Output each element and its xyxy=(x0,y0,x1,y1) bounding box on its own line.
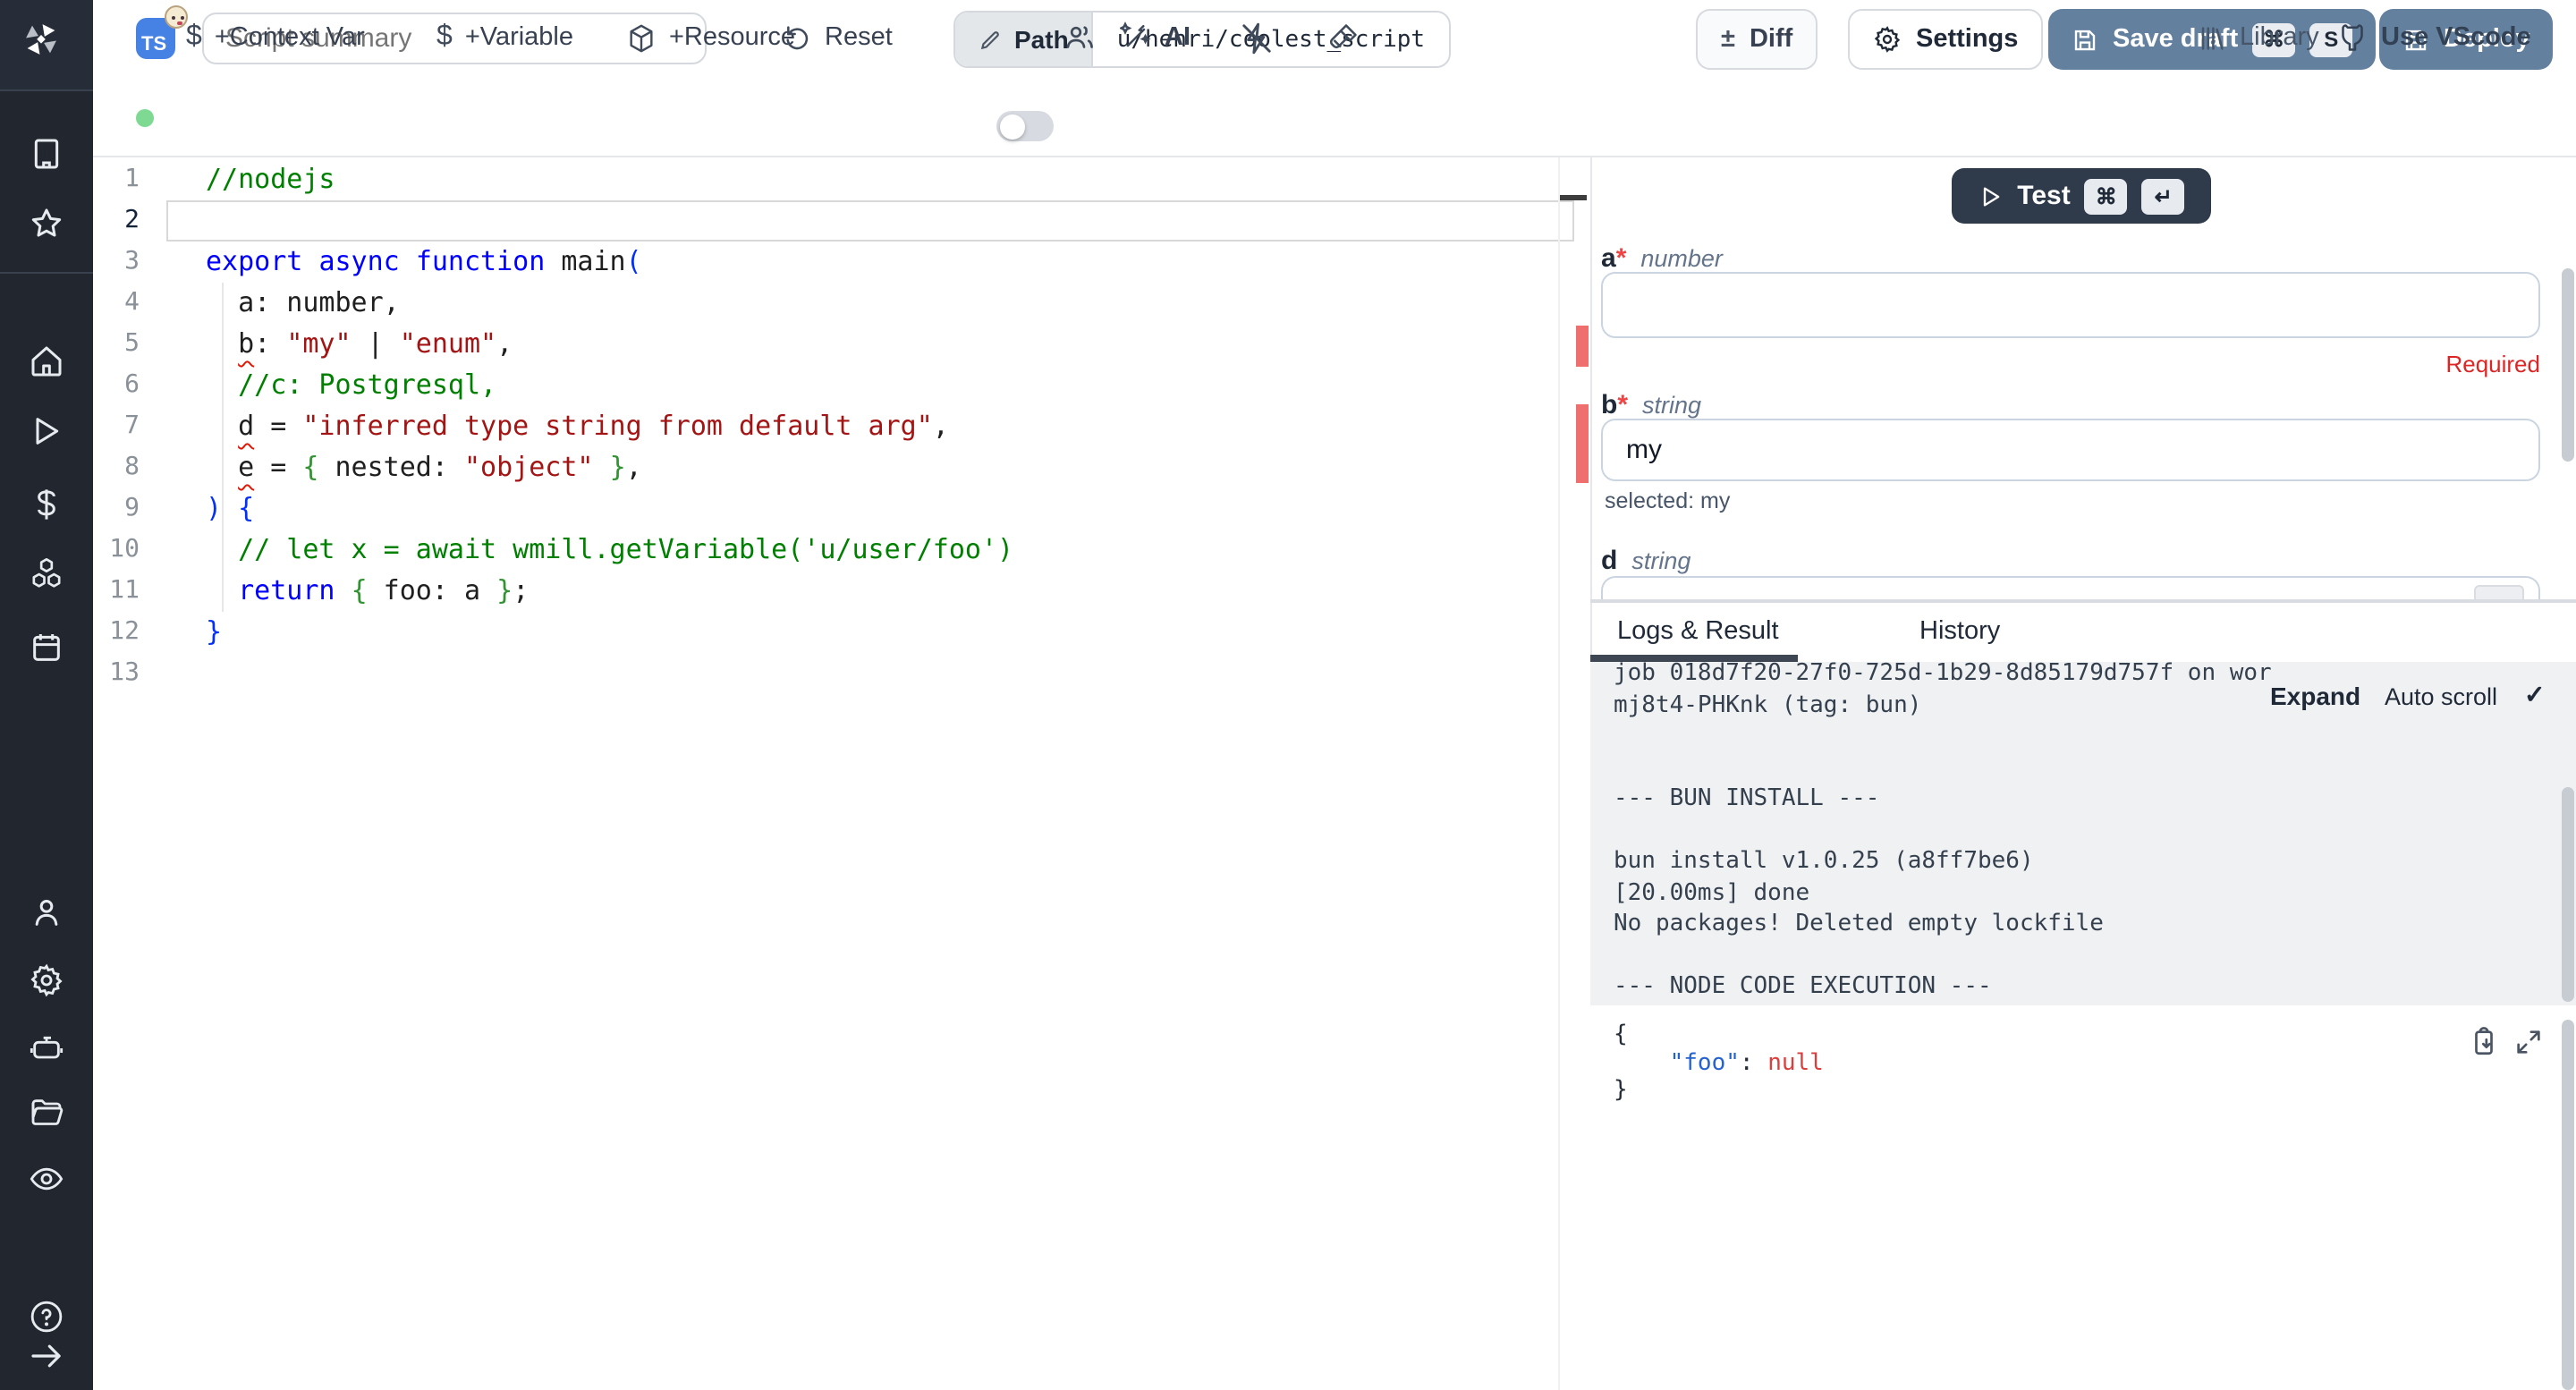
path-widget[interactable]: Path u/henri/coolest_script xyxy=(953,11,1450,68)
logs-text: job 018d7f20-27f0-725d-1b29-8d85179d757f… xyxy=(1614,662,2272,1003)
windmill-script-editor: TS Path u/henri/coolest_script ± Diff Se… xyxy=(0,0,2576,1390)
assistant-off-icon[interactable] xyxy=(1240,0,1274,75)
bun-runtime-icon xyxy=(165,5,188,29)
magic-wand-icon xyxy=(1120,21,1152,54)
users-person-icon[interactable] xyxy=(29,894,64,930)
arg-b-label: b*string xyxy=(1601,390,1701,420)
diff-button[interactable]: ± Diff xyxy=(1696,9,1818,70)
arg-b-input[interactable] xyxy=(1601,419,2540,481)
auto-scroll-toggle[interactable]: Auto scroll xyxy=(2385,683,2497,710)
arg-d-plus-button[interactable] xyxy=(2474,585,2524,599)
sidebar xyxy=(0,0,93,1390)
add-resource-button[interactable]: +Resource xyxy=(626,0,795,75)
tab-logs-result[interactable]: Logs & Result xyxy=(1617,617,1779,646)
copy-result-icon[interactable] xyxy=(2469,1027,2499,1057)
windmill-logo-icon[interactable] xyxy=(23,21,70,68)
workers-robot-icon[interactable] xyxy=(29,1030,64,1066)
kbd-cmd: ⌘ xyxy=(2085,178,2128,214)
sidebar-divider xyxy=(0,272,93,274)
folders-icon[interactable] xyxy=(29,1095,64,1131)
arg-d-input[interactable] xyxy=(1601,576,2540,599)
result-scrollbar[interactable] xyxy=(2562,1020,2574,1390)
error-marker xyxy=(1576,404,1589,483)
dollar-icon: $ xyxy=(186,21,202,54)
pencil-icon xyxy=(979,28,1002,51)
use-vscode-button[interactable]: Use VScode xyxy=(2336,0,2531,75)
home-icon[interactable] xyxy=(29,343,64,379)
resources-cubes-icon[interactable] xyxy=(29,556,64,592)
line-number-gutter: 12345678910111213 xyxy=(93,159,140,694)
dollar-icon: $ xyxy=(436,21,453,54)
collapse-arrow-icon[interactable] xyxy=(29,1338,64,1374)
active-tab-underline xyxy=(1590,655,1798,661)
panel-splitter[interactable] xyxy=(1590,599,2576,603)
add-context-var-button[interactable]: $+Context Var xyxy=(186,0,365,75)
multiplayer-users-icon[interactable] xyxy=(1063,0,1095,75)
arg-a-input[interactable] xyxy=(1601,272,2540,338)
ai-assistant-button[interactable]: AI xyxy=(1120,0,1191,75)
format-brush-icon[interactable] xyxy=(1327,0,1360,75)
kbd-enter: ↵ xyxy=(2142,178,2185,214)
package-icon xyxy=(626,22,657,53)
expand-logs-button[interactable]: Expand xyxy=(2270,682,2360,710)
args-scrollbar[interactable] xyxy=(2562,268,2574,462)
favorites-star-icon[interactable] xyxy=(29,206,64,242)
save-icon xyxy=(2072,26,2098,53)
logs-scrollbar[interactable] xyxy=(2562,787,2574,1002)
expand-result-icon[interactable] xyxy=(2513,1027,2544,1057)
cursor-overview-mark xyxy=(1560,195,1587,199)
check-icon: ✓ xyxy=(2524,680,2545,710)
code-editor[interactable]: 12345678910111213 //nodejsexport async f… xyxy=(93,157,1590,1390)
error-marker xyxy=(1576,326,1589,367)
toggle-knob xyxy=(999,114,1024,139)
status-dot xyxy=(136,109,154,127)
result-json: { "foo": null} xyxy=(1614,1021,1824,1105)
code-lines: //nodejsexport async function main( a: n… xyxy=(206,159,1013,694)
logs-output[interactable]: job 018d7f20-27f0-725d-1b29-8d85179d757f… xyxy=(1590,662,2576,1005)
overview-ruler-border xyxy=(1558,157,1560,1390)
tab-history[interactable]: History xyxy=(1919,617,2000,646)
variables-dollar-icon[interactable] xyxy=(29,487,64,522)
vscode-cat-icon xyxy=(2336,21,2368,54)
workspace-icon[interactable] xyxy=(29,136,64,172)
arg-a-required-error: Required xyxy=(1601,351,2540,377)
reset-icon xyxy=(784,23,812,52)
arg-d-label: dstring xyxy=(1601,546,1690,576)
add-variable-button[interactable]: $+Variable xyxy=(436,0,573,75)
editor-toolbar xyxy=(93,81,2576,157)
test-button[interactable]: Test ⌘ ↵ xyxy=(1952,168,2211,224)
reset-button[interactable]: Reset xyxy=(784,0,893,75)
diff-mode-toggle[interactable] xyxy=(996,111,1054,141)
library-icon xyxy=(2197,22,2227,53)
diff-icon: ± xyxy=(1721,25,1735,54)
audit-eye-icon[interactable] xyxy=(29,1161,64,1197)
library-button[interactable]: Library xyxy=(2197,0,2319,75)
settings-button[interactable]: Settings xyxy=(1848,9,2043,70)
play-icon xyxy=(1978,183,2003,208)
arg-a-label: a*number xyxy=(1601,243,1723,274)
arg-b-selected-hint: selected: my xyxy=(1605,488,1730,513)
runs-play-icon[interactable] xyxy=(29,413,64,449)
gear-icon xyxy=(1873,25,1902,54)
settings-gear-icon[interactable] xyxy=(29,962,64,998)
schedules-calendar-icon[interactable] xyxy=(29,630,64,665)
result-output: { "foo": null} xyxy=(1590,1005,2576,1390)
help-icon[interactable] xyxy=(29,1299,64,1335)
